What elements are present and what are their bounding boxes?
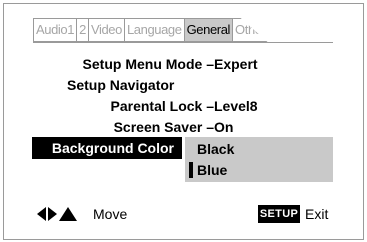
nav-up-icon [59,207,77,221]
background-color-row[interactable]: Background Color [32,137,182,159]
move-label: Move [93,206,128,222]
tab-other[interactable]: Other [233,18,268,42]
option-blue-label: Blue [197,162,228,178]
background-color-label: Background Color [51,140,174,156]
option-black-label: Black [197,141,235,157]
tab-video[interactable]: Video [88,18,125,42]
setup-navigator-row[interactable]: Setup Navigator [67,76,174,94]
nav-left-icon [37,207,46,221]
setup-key-button[interactable]: SETUP [258,205,300,223]
screen-saver-value: On [214,119,234,135]
parental-lock-value: Level8 [214,98,258,114]
nav-right-icon [48,207,57,221]
parental-lock-label: Parental Lock – [110,98,215,114]
setup-menu-mode-label: Setup Menu Mode – [82,56,214,72]
setup-navigator-label: Setup Navigator [67,77,175,93]
selection-cursor-icon [189,162,193,178]
option-black[interactable]: Black [197,140,234,158]
exit-label: Exit [305,206,329,222]
tab-language[interactable]: Language [124,18,185,42]
option-blue[interactable]: Blue [189,161,228,179]
setup-menu-mode-value: Expert [214,56,258,72]
tab-bar: Audio1 2 Video Language General Other [33,18,268,42]
tab-audio2[interactable]: 2 [77,18,89,42]
navigation-arrows-icon [37,207,77,221]
tab-audio1[interactable]: Audio1 [33,18,78,42]
tab-general[interactable]: General [184,18,234,42]
screen-saver-label: Screen Saver – [113,119,214,135]
tab-divider [33,42,333,43]
background-color-options: Black Blue [185,137,333,182]
